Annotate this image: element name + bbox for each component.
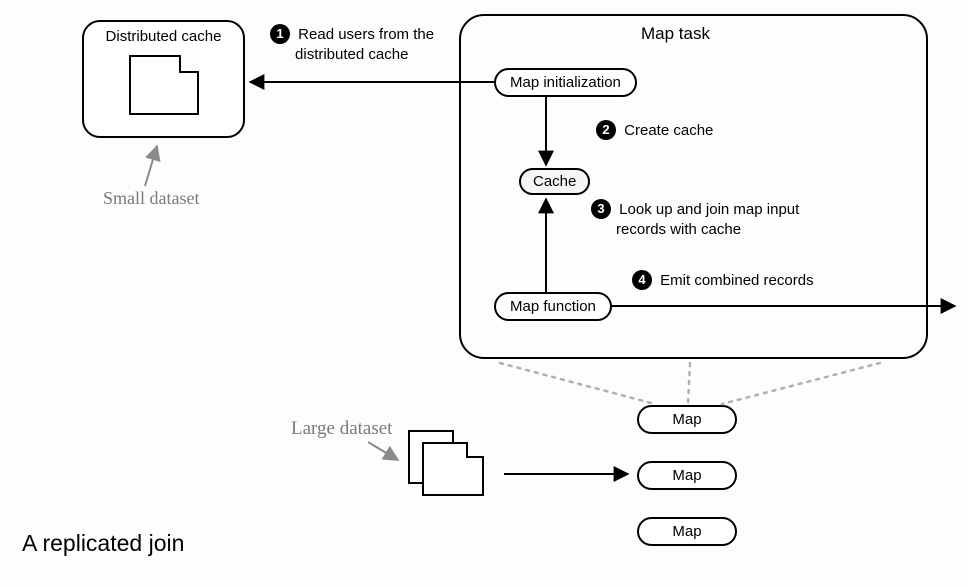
- step-3-number: 3: [591, 199, 611, 219]
- small-dataset-annotation: Small dataset: [103, 188, 199, 209]
- large-dataset-annotation: Large dataset: [291, 418, 392, 440]
- dotted-line-1: [500, 363, 655, 404]
- map-task-label: Map task: [461, 24, 890, 44]
- step-2-number: 2: [596, 120, 616, 140]
- step-4-number: 4: [632, 270, 652, 290]
- document-icon: [129, 55, 199, 115]
- map-node-1: Map: [637, 405, 737, 434]
- step-1-text-b: distributed cache: [295, 46, 408, 63]
- map-function-node: Map function: [494, 292, 612, 321]
- arrow-large-dataset: [368, 442, 398, 460]
- step-4-text: Emit combined records: [660, 272, 813, 289]
- cache-node: Cache: [519, 168, 590, 195]
- arrow-small-dataset: [145, 146, 157, 186]
- step-2-text: Create cache: [624, 122, 713, 139]
- dotted-line-3: [722, 363, 880, 404]
- figure-caption: A replicated join: [22, 530, 184, 557]
- step-2-label: 2 Create cache: [596, 120, 713, 141]
- distributed-cache-box: Distributed cache: [82, 20, 245, 138]
- map-initialization-node: Map initialization: [494, 68, 637, 97]
- step-4-label: 4 Emit combined records: [632, 270, 814, 291]
- step-1-text-a: Read users from the: [298, 26, 434, 43]
- dotted-line-2: [688, 363, 690, 404]
- step-3-text-b: records with cache: [616, 221, 741, 238]
- step-3-label: 3 Look up and join map input records wit…: [591, 199, 799, 239]
- map-node-3: Map: [637, 517, 737, 546]
- step-1-label: 1 Read users from the distributed cache: [270, 24, 434, 64]
- step-1-number: 1: [270, 24, 290, 44]
- document-front-icon: [422, 442, 484, 496]
- step-3-text-a: Look up and join map input: [619, 201, 799, 218]
- distributed-cache-label: Distributed cache: [84, 28, 243, 45]
- map-node-2: Map: [637, 461, 737, 490]
- documents-icon: [408, 430, 488, 505]
